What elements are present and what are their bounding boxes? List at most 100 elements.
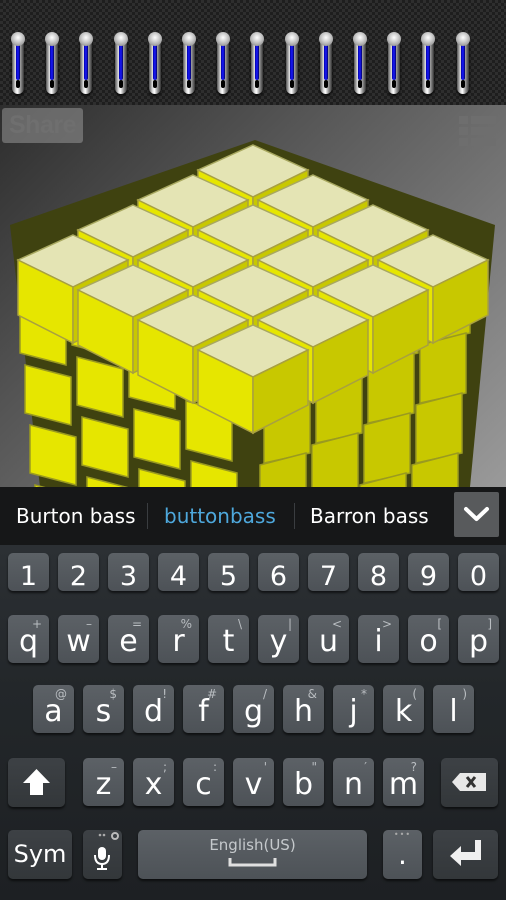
shift-arrow-icon [23, 769, 50, 795]
key-7[interactable]: 7 [308, 553, 349, 592]
slider-knob[interactable] [11, 32, 25, 46]
key-label: 5 [219, 561, 238, 592]
slider-knob[interactable] [147, 32, 162, 46]
share-button[interactable]: Share [2, 108, 83, 143]
slider-8[interactable] [249, 32, 265, 94]
slider-empty [392, 80, 397, 88]
key-d[interactable]: ! d [133, 685, 174, 733]
slider-knob[interactable] [113, 32, 128, 46]
key-6[interactable]: 6 [258, 553, 299, 592]
key-k[interactable]: (k [383, 685, 424, 733]
slider-fill [16, 42, 20, 80]
sym-key-label: Sym [13, 840, 67, 868]
backspace-key[interactable] [441, 758, 498, 807]
key-3[interactable]: 3 [108, 553, 149, 592]
slider-fill [84, 42, 89, 80]
key-v[interactable]: ' v [233, 758, 274, 806]
suggestion-3[interactable]: Barron bass [310, 487, 429, 545]
sym-key[interactable]: Sym [8, 830, 72, 879]
slider-3[interactable] [78, 32, 94, 94]
key-w[interactable]: – w [58, 615, 99, 663]
slider-fill [392, 42, 397, 80]
slider-10[interactable] [318, 32, 334, 94]
slider-knob[interactable] [353, 32, 367, 46]
key-t[interactable]: \ t [208, 615, 249, 663]
backspace-icon [452, 773, 486, 791]
key-label: v [244, 767, 263, 802]
key-label: 0 [469, 561, 488, 592]
enter-key[interactable] [433, 830, 498, 879]
slider-7[interactable] [215, 32, 231, 94]
key-o[interactable]: [o [408, 615, 449, 663]
microphone-icon [94, 832, 119, 870]
key-label: c [195, 767, 212, 802]
key-p[interactable]: ] p [458, 615, 499, 663]
key-m[interactable]: ? m [383, 758, 424, 806]
key-s[interactable]: $ s [83, 685, 124, 733]
key-label: p [468, 624, 489, 659]
voice-input-key[interactable] [83, 830, 122, 879]
key-label: l [449, 694, 458, 729]
key-a[interactable]: @ a [33, 685, 74, 733]
slider-1[interactable] [10, 32, 26, 94]
slider-2[interactable] [44, 32, 60, 94]
key-f[interactable]: # f [183, 685, 224, 733]
suggestion-2[interactable]: buttonbass [164, 487, 276, 545]
key-0[interactable]: 0 [458, 553, 499, 592]
expand-suggestions-button[interactable] [454, 492, 499, 537]
slider-knob[interactable] [182, 32, 196, 46]
key-z[interactable]: – z [83, 758, 124, 806]
key-label: 9 [419, 561, 438, 592]
slider-empty [255, 80, 260, 88]
key-1[interactable]: 1 [8, 553, 49, 592]
suggestion-1[interactable]: Burton bass [16, 487, 136, 545]
shift-key[interactable] [8, 758, 65, 807]
key-8[interactable]: 8 [358, 553, 399, 592]
list-menu-icon[interactable] [459, 116, 496, 146]
key-j[interactable]: * j [333, 685, 374, 733]
cube-stage: Share [0, 105, 506, 487]
key-label: b [293, 767, 314, 802]
settings-gear-icon [111, 832, 119, 840]
key-4[interactable]: 4 [158, 553, 199, 592]
key-label: r [172, 624, 185, 659]
slider-knob[interactable] [318, 32, 333, 46]
key-5[interactable]: 5 [208, 553, 249, 592]
slider-11[interactable] [352, 32, 368, 94]
key-e[interactable]: = e [108, 615, 149, 663]
slider-fill [152, 42, 157, 80]
key-b[interactable]: " b [283, 758, 324, 806]
slider-12[interactable] [386, 32, 402, 94]
key-label: s [95, 694, 112, 729]
key-r[interactable]: % r [158, 615, 199, 663]
key-label: w [66, 624, 91, 659]
slider-9[interactable] [284, 32, 300, 94]
key-g[interactable]: / g [233, 685, 274, 733]
key-label: k [394, 694, 413, 729]
key-l[interactable]: ) l [433, 685, 474, 733]
key-9[interactable]: 9 [408, 553, 449, 592]
key-c[interactable]: :c [183, 758, 224, 806]
key-i[interactable]: > i [358, 615, 399, 663]
key-2[interactable]: 2 [58, 553, 99, 592]
slider-4[interactable] [113, 32, 129, 94]
key-h[interactable]: & h [283, 685, 324, 733]
key-x[interactable]: ; x [133, 758, 174, 806]
slider-knob[interactable] [284, 32, 299, 46]
key-n[interactable]: ′ n [333, 758, 374, 806]
enter-icon [450, 840, 481, 866]
slider-14[interactable] [455, 32, 471, 94]
slider-5[interactable] [147, 32, 163, 94]
slider-6[interactable] [181, 32, 197, 94]
key-u[interactable]: < u [308, 615, 349, 663]
key-label: z [95, 767, 112, 802]
key-q[interactable]: + q [8, 615, 49, 663]
slider-fill [255, 42, 260, 80]
slider-fill [187, 42, 191, 80]
period-key[interactable]: ••• . [383, 830, 422, 879]
slider-empty [460, 80, 465, 88]
space-key[interactable]: English(US) [138, 830, 367, 879]
key-y[interactable]: | y [258, 615, 299, 663]
slider-13[interactable] [420, 32, 436, 94]
slider-knob[interactable] [455, 32, 470, 46]
